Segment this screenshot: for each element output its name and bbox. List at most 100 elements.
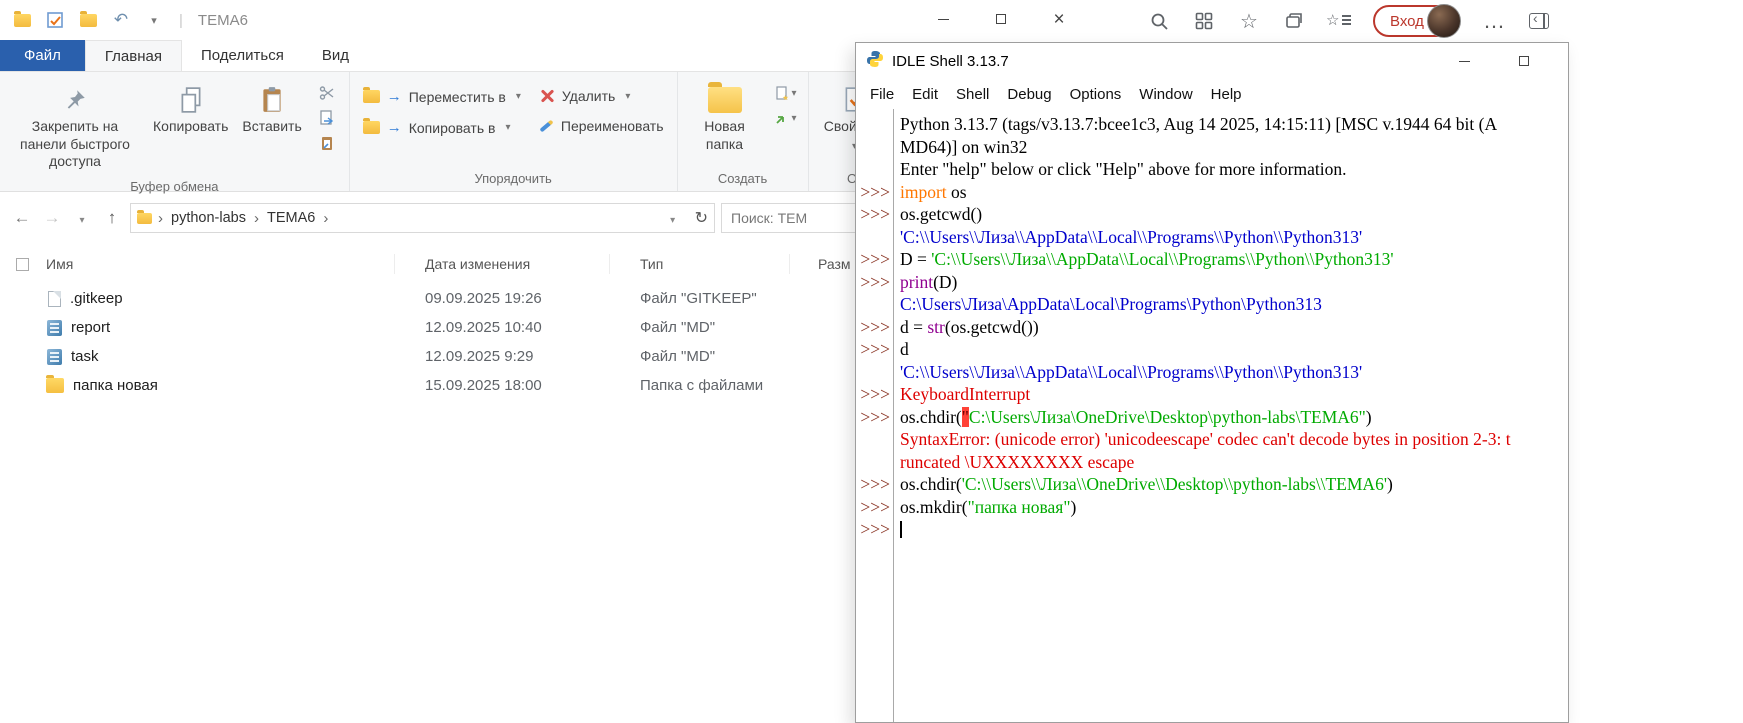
copy-label: Копировать: [153, 118, 228, 136]
search-icon[interactable]: [1148, 10, 1170, 32]
md-icon: [47, 349, 62, 365]
tab-view[interactable]: Вид: [303, 40, 368, 71]
pin-label: Закрепить на панели быстрого доступа: [11, 118, 139, 171]
maximize-icon: [996, 14, 1006, 24]
easy-access-icon: [775, 111, 789, 125]
menu-shell[interactable]: Shell: [947, 82, 998, 107]
md-icon: [47, 320, 62, 336]
rename-button[interactable]: Переименовать: [530, 115, 673, 137]
new-folder-label: Новая папка: [689, 118, 761, 153]
maximize-button[interactable]: [972, 0, 1030, 38]
delete-button[interactable]: Удалить: [530, 85, 673, 107]
ribbon-group-organize: Переместить в Копировать в Удалить: [349, 72, 677, 191]
file-name: report: [71, 319, 110, 336]
titlebar-separator: |: [179, 12, 183, 29]
easy-access-button[interactable]: [774, 108, 798, 128]
menu-edit[interactable]: Edit: [903, 82, 947, 107]
copy-to-icon: [363, 121, 380, 134]
rename-icon: [539, 120, 553, 133]
undo-icon[interactable]: [111, 10, 131, 30]
idle-maximize-button[interactable]: [1494, 44, 1554, 78]
new-folder-icon: [708, 82, 742, 118]
shell-code[interactable]: Python 3.13.7 (tags/v3.13.7:bcee1c3, Aug…: [894, 109, 1568, 722]
more-options-icon[interactable]: [1483, 10, 1505, 32]
signin-label: Вход: [1390, 13, 1424, 30]
menu-debug[interactable]: Debug: [998, 82, 1060, 107]
refresh-icon[interactable]: [695, 208, 708, 228]
up-button[interactable]: [100, 208, 124, 228]
menu-file[interactable]: File: [861, 82, 903, 107]
avatar[interactable]: [1427, 4, 1461, 38]
delete-label: Удалить: [562, 88, 615, 104]
menu-window[interactable]: Window: [1130, 82, 1201, 107]
paste-shortcut-button[interactable]: [315, 133, 339, 153]
close-icon: ×: [1053, 10, 1064, 29]
maximize-icon: [1519, 56, 1529, 66]
copy-path-icon: [319, 110, 335, 126]
minimize-icon: [938, 19, 949, 20]
breadcrumb-python-labs[interactable]: python-labs: [169, 210, 248, 226]
new-item-button[interactable]: [774, 83, 798, 103]
column-header-type[interactable]: Тип: [610, 254, 790, 274]
copy-path-button[interactable]: [315, 108, 339, 128]
idle-window-title: IDLE Shell 3.13.7: [892, 53, 1009, 70]
move-to-icon: [363, 90, 380, 103]
paste-button[interactable]: Вставить: [235, 77, 308, 141]
rename-label: Переименовать: [561, 118, 664, 134]
favorites-star-icon[interactable]: [1238, 10, 1260, 32]
close-button[interactable]: ×: [1030, 0, 1088, 38]
crumb-chevron-icon: [158, 210, 163, 227]
menu-help[interactable]: Help: [1202, 82, 1251, 107]
menu-options[interactable]: Options: [1061, 82, 1131, 107]
qat-chevron-down-icon[interactable]: [144, 10, 164, 30]
pin-icon: [62, 82, 88, 118]
paste-icon: [260, 82, 284, 118]
move-to-label: Переместить в: [409, 89, 506, 105]
back-button[interactable]: [10, 208, 34, 228]
new-item-icon: [775, 86, 789, 100]
prompt-gutter: >>>>>>>>>>>>>>>>>>>>>>>>>>>>>>>>>: [856, 109, 894, 722]
folder-icon: [46, 378, 64, 393]
paste-label: Вставить: [242, 118, 301, 136]
sidebar-toggle-icon[interactable]: [1528, 10, 1550, 32]
file-type: Папка с файлами: [610, 377, 850, 394]
file-date: 12.09.2025 9:29: [395, 348, 610, 365]
cut-button[interactable]: [315, 83, 339, 103]
address-input[interactable]: python-labs ТЕМА6: [130, 203, 715, 233]
pin-to-quick-access-button[interactable]: Закрепить на панели быстрого доступа: [4, 77, 146, 176]
favorites-list-icon[interactable]: [1328, 10, 1350, 32]
move-to-button[interactable]: Переместить в: [354, 85, 530, 108]
address-dropdown-icon[interactable]: [661, 208, 685, 228]
tab-file[interactable]: Файл: [0, 40, 85, 71]
file-date: 09.09.2025 19:26: [395, 290, 610, 307]
collections-icon[interactable]: [1283, 10, 1305, 32]
idle-minimize-button[interactable]: [1434, 44, 1494, 78]
file-name: папка новая: [73, 377, 158, 394]
file-icon: [48, 291, 61, 307]
scissors-icon: [319, 85, 335, 101]
signin-button[interactable]: Вход: [1373, 5, 1460, 37]
file-date: 15.09.2025 18:00: [395, 377, 610, 394]
copy-button[interactable]: Копировать: [146, 77, 235, 141]
tab-home[interactable]: Главная: [85, 40, 182, 71]
quick-properties-icon[interactable]: [45, 10, 65, 30]
window-folder-icon: [12, 10, 32, 30]
column-header-name[interactable]: Имя: [30, 254, 395, 274]
minimize-button[interactable]: [914, 0, 972, 38]
forward-button[interactable]: [40, 208, 64, 228]
paste-shortcut-icon: [319, 135, 335, 151]
ribbon-group-clipboard: Закрепить на панели быстрого доступа Коп…: [0, 72, 349, 191]
window-title: ТЕМА6: [198, 12, 248, 29]
quick-new-folder-icon[interactable]: [78, 10, 98, 30]
new-folder-button[interactable]: Новая папка: [682, 77, 768, 158]
group-label-clipboard: Буфер обмена: [4, 176, 345, 199]
breadcrumb-tema6[interactable]: ТЕМА6: [265, 210, 317, 226]
explorer-titlebar: | ТЕМА6 ×: [0, 0, 1092, 40]
select-all-checkbox[interactable]: [16, 258, 29, 271]
history-chevron-icon[interactable]: [70, 208, 94, 228]
column-header-date[interactable]: Дата изменения: [395, 254, 610, 274]
apps-grid-icon[interactable]: [1193, 10, 1215, 32]
shell-text-area[interactable]: >>>>>>>>>>>>>>>>>>>>>>>>>>>>>>>>> Python…: [856, 109, 1568, 722]
copy-to-button[interactable]: Копировать в: [354, 116, 530, 139]
tab-share[interactable]: Поделиться: [182, 40, 303, 71]
